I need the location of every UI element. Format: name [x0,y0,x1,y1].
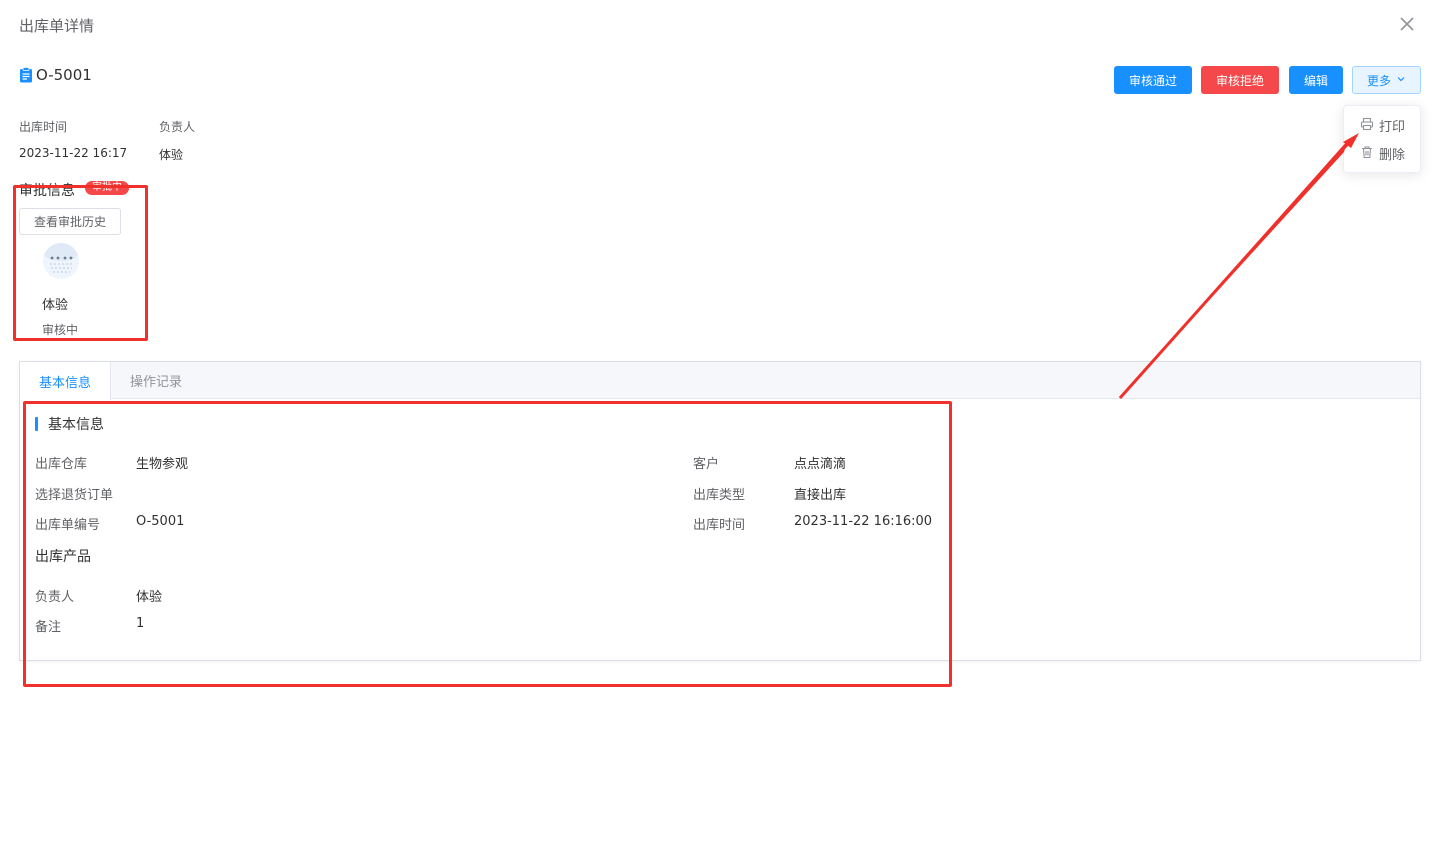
field-label: 备注 [35,620,62,635]
approve-button[interactable]: 审核通过 [1114,66,1192,94]
approval-status-badge: 审批中 [85,181,129,195]
trash-icon [1360,145,1379,163]
field-label: 选择退货订单 [35,488,114,503]
field-label: 出库单编号 [35,518,101,533]
tab-bar: 基本信息 操作记录 [20,362,1420,400]
tab-operation-log[interactable]: 操作记录 [111,362,201,399]
field-label: 出库仓库 [35,457,88,472]
field-value: O-5001 [136,514,185,529]
field-label: 出库时间 [693,518,746,533]
reject-button[interactable]: 审核拒绝 [1201,66,1279,94]
meta-value: 体验 [159,148,184,162]
printer-icon [1360,117,1379,135]
section-title-text: 基本信息 [48,417,104,433]
clipboard-icon [19,67,33,83]
edit-button[interactable]: 编辑 [1289,66,1343,94]
approval-section-title: 审批信息 [19,183,75,199]
approver-avatar [43,243,79,279]
field-value: 点点滴滴 [794,457,847,472]
field-value: 体验 [136,590,163,605]
field-label: 客户 [693,457,720,472]
field-value: 直接出库 [794,488,847,503]
field-value: 1 [136,616,145,631]
meta-owner: 负责人 体验 [159,118,195,163]
dialog-title: 出库单详情 [19,17,95,35]
menu-item-delete-label: 删除 [1379,148,1406,163]
basic-info-section-title: 基本信息 [35,414,104,434]
more-button[interactable]: 更多 [1352,66,1421,94]
tabs-card: 基本信息 操作记录 基本信息 出库仓库 生物参观 选择退货订单 出库单编号 O-… [19,361,1421,661]
approver-name: 体验 [42,298,69,313]
field-label: 负责人 [35,590,75,605]
view-approval-history-button[interactable]: 查看审批历史 [19,208,121,235]
section-accent-bar [35,417,38,431]
more-dropdown-menu: 打印 删除 [1343,105,1421,173]
meta-value: 2023-11-22 16:17 [19,146,128,160]
menu-item-print-label: 打印 [1379,120,1406,135]
menu-item-delete[interactable]: 删除 [1360,144,1405,163]
close-icon[interactable] [1396,13,1418,35]
chevron-down-icon [1396,74,1406,87]
more-button-label: 更多 [1366,73,1391,88]
product-section-title: 出库产品 [35,549,91,565]
document-header: O-5001 [19,66,92,84]
field-value: 2023-11-22 16:16:00 [794,514,933,529]
meta-outbound-time: 出库时间 2023-11-22 16:17 [19,118,127,160]
document-number: O-5001 [36,66,92,84]
field-label: 出库类型 [693,488,746,503]
approver-status: 审核中 [42,323,79,337]
field-value: 生物参观 [136,457,189,472]
menu-item-print[interactable]: 打印 [1360,116,1405,135]
tab-basic-info[interactable]: 基本信息 [20,362,111,400]
meta-label: 负责人 [159,120,196,134]
meta-label: 出库时间 [19,120,68,134]
